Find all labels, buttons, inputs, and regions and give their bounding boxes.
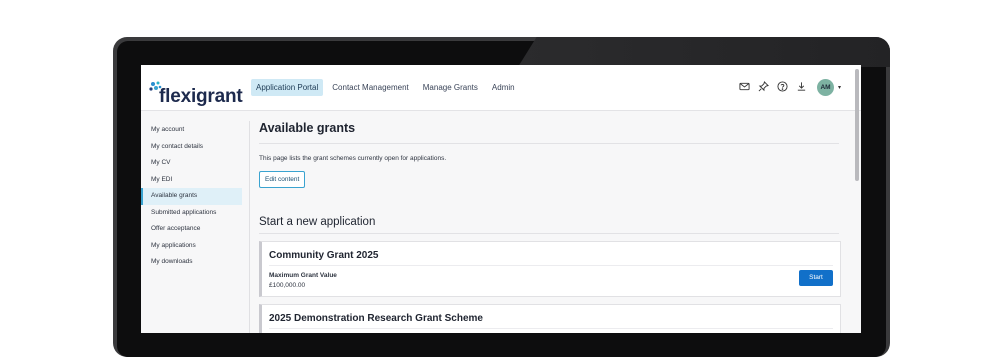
sidebar-item-my-downloads[interactable]: My downloads	[141, 254, 242, 271]
title-divider	[259, 143, 839, 144]
user-avatar[interactable]: AM	[817, 79, 834, 96]
top-navigation-bar: flexigrant Application Portal Contact Ma…	[141, 65, 861, 111]
sidebar-item-my-applications[interactable]: My applications	[141, 238, 242, 255]
page-description: This page lists the grant schemes curren…	[259, 155, 447, 162]
main-nav: Application Portal Contact Management Ma…	[251, 79, 520, 96]
bezel-reflection	[518, 37, 890, 67]
grant-card: Community Grant 2025 Maximum Grant Value…	[259, 241, 841, 297]
grant-value-label: Maximum Grant Value	[269, 272, 337, 279]
sidebar-item-my-account[interactable]: My account	[141, 122, 242, 139]
chevron-down-icon[interactable]: ▾	[838, 84, 841, 91]
sidebar-item-offer-acceptance[interactable]: Offer acceptance	[141, 221, 242, 238]
nav-admin[interactable]: Admin	[487, 79, 520, 96]
download-icon[interactable]	[796, 81, 807, 92]
sidebar-item-available-grants[interactable]: Available grants	[141, 188, 242, 205]
nav-manage-grants[interactable]: Manage Grants	[418, 79, 483, 96]
pin-icon[interactable]	[758, 81, 769, 92]
card-divider	[269, 265, 833, 266]
nav-contact-management[interactable]: Contact Management	[327, 79, 414, 96]
card-divider	[269, 328, 833, 329]
header-icons	[739, 81, 807, 92]
sidebar-divider	[249, 121, 250, 333]
main-content: Available grants This page lists the gra…	[259, 121, 841, 333]
grant-title: Community Grant 2025	[269, 250, 379, 261]
sidebar: My account My contact details My CV My E…	[141, 122, 242, 271]
grant-title: 2025 Demonstration Research Grant Scheme	[269, 313, 483, 324]
section-divider	[259, 233, 839, 234]
app-screen: flexigrant Application Portal Contact Ma…	[141, 65, 861, 333]
scrollbar[interactable]	[855, 69, 859, 181]
help-icon[interactable]	[777, 81, 788, 92]
sidebar-item-my-cv[interactable]: My CV	[141, 155, 242, 172]
logo-text: flexigrant	[159, 86, 243, 107]
sidebar-item-my-edi[interactable]: My EDI	[141, 172, 242, 189]
page-title: Available grants	[259, 121, 356, 135]
grant-value: £100,000.00	[269, 282, 306, 289]
edit-content-button[interactable]: Edit content	[259, 171, 306, 188]
grant-card: 2025 Demonstration Research Grant Scheme	[259, 304, 841, 333]
start-button[interactable]: Start	[799, 270, 833, 286]
section-title: Start a new application	[259, 216, 376, 228]
sidebar-item-submitted-applications[interactable]: Submitted applications	[141, 205, 242, 222]
nav-application-portal[interactable]: Application Portal	[251, 79, 324, 96]
mail-icon[interactable]	[739, 81, 750, 92]
sidebar-item-my-contact-details[interactable]: My contact details	[141, 139, 242, 156]
